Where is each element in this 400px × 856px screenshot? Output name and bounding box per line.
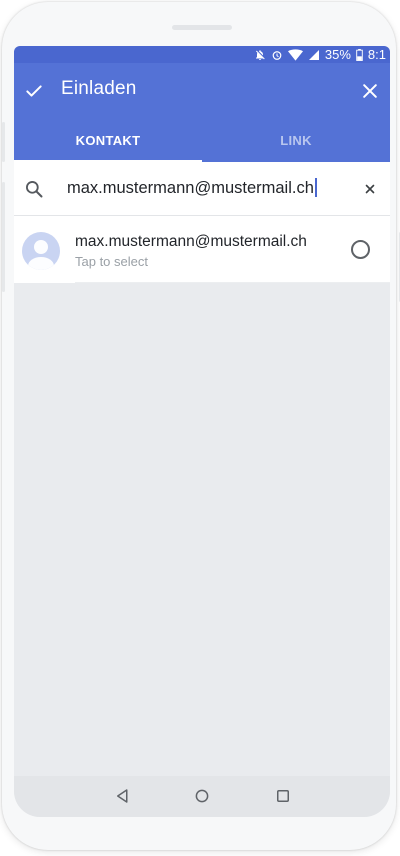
screen: 35% 8:1 Einladen KONTAKT LINK max.muster… [14, 46, 390, 817]
person-icon [28, 240, 54, 270]
contact-list-item[interactable]: max.mustermann@mustermail.ch Tap to sele… [14, 216, 390, 283]
clear-icon[interactable] [363, 181, 377, 195]
volume-down-button [2, 182, 5, 292]
search-bar: max.mustermann@mustermail.ch [14, 162, 390, 216]
signal-icon [308, 49, 320, 61]
clock: 8:1 [367, 47, 386, 62]
tab-link[interactable]: LINK [202, 119, 390, 162]
status-bar: 35% 8:1 [14, 46, 390, 63]
earpiece-speaker [172, 25, 232, 30]
phone-frame: 35% 8:1 Einladen KONTAKT LINK max.muster… [2, 2, 400, 850]
search-icon [24, 179, 44, 199]
navigation-bar [14, 776, 390, 817]
tab-label: LINK [280, 133, 312, 148]
tab-kontakt[interactable]: KONTAKT [14, 119, 202, 162]
tab-bar: KONTAKT LINK [14, 119, 390, 162]
close-icon[interactable] [360, 81, 380, 101]
alarm-icon [271, 49, 283, 61]
search-input-value: max.mustermann@mustermail.ch [67, 179, 314, 197]
volume-up-button [2, 122, 5, 162]
check-icon[interactable] [24, 81, 44, 101]
tab-label: KONTAKT [75, 133, 141, 148]
contact-hint: Tap to select [75, 254, 148, 269]
text-cursor [314, 178, 317, 197]
select-radio[interactable] [351, 240, 370, 259]
back-icon[interactable] [114, 787, 132, 805]
divider [75, 282, 390, 283]
battery-percent: 35% [324, 47, 351, 62]
wifi-icon [287, 48, 303, 61]
avatar [22, 232, 60, 270]
search-input[interactable]: max.mustermann@mustermail.ch [67, 178, 317, 198]
battery-icon [356, 48, 363, 61]
home-icon[interactable] [193, 787, 211, 805]
notifications-off-icon [254, 49, 266, 61]
status-icons: 35% 8:1 [254, 46, 386, 63]
app-bar: Einladen [14, 63, 390, 119]
recents-icon[interactable] [274, 787, 292, 805]
device-mockup: 35% 8:1 Einladen KONTAKT LINK max.muster… [0, 0, 400, 856]
contact-email: max.mustermann@mustermail.ch [75, 233, 307, 250]
page-title: Einladen [61, 78, 137, 99]
